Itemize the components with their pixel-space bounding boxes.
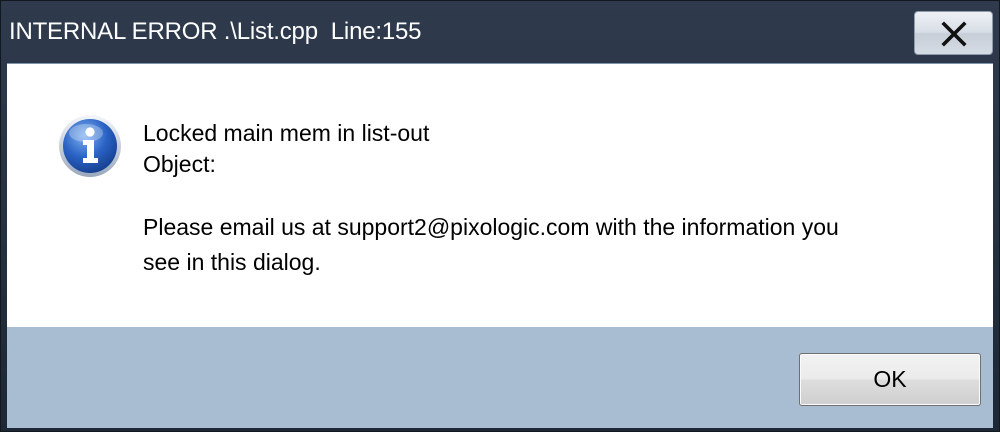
close-icon: [941, 21, 967, 47]
message-line-3: Please email us at support2@pixologic.co…: [143, 214, 839, 240]
close-button[interactable]: [914, 11, 993, 55]
window-title: INTERNAL ERROR .\List.cpp Line:155: [9, 18, 422, 45]
message-line-2: Object:: [143, 151, 216, 177]
dialog-client-area: Locked main mem in list-out Object: Plea…: [7, 63, 993, 428]
title-bar[interactable]: INTERNAL ERROR .\List.cpp Line:155: [1, 1, 999, 63]
ok-button[interactable]: OK: [799, 353, 981, 406]
message-area: Locked main mem in list-out Object: Plea…: [7, 64, 993, 327]
message-line-4: see in this dialog.: [143, 249, 321, 275]
error-dialog-window: INTERNAL ERROR .\List.cpp Line:155 Locke…: [0, 0, 1000, 432]
message-line-1: Locked main mem in list-out: [143, 120, 430, 146]
information-icon: [59, 115, 121, 177]
